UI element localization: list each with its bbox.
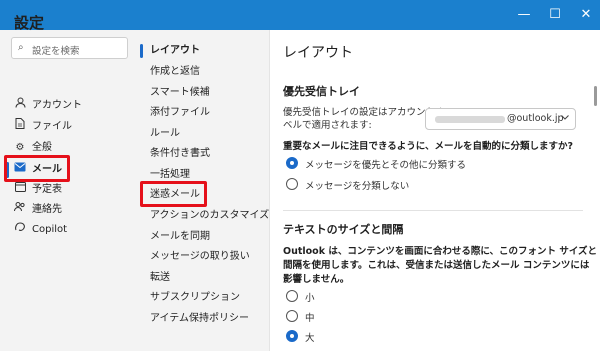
sidebar-item-account[interactable]: アカウント [14, 96, 124, 116]
sort-question: 重要なメールに注目できるように、メールを自動的に分類しますか? [283, 141, 574, 152]
mail-nav-active-indicator [140, 44, 143, 58]
chevron-down-icon [560, 112, 570, 125]
mail-nav-sync-email[interactable]: メールを同期 [150, 227, 270, 247]
text-size-heading: テキストのサイズと間隔 [283, 223, 404, 236]
focused-inbox-heading: 優先受信トレイ [283, 85, 360, 98]
radio-size-small-label: 小 [305, 293, 315, 304]
junk-email-highlight-box [140, 181, 207, 207]
people-icon [14, 200, 26, 220]
copilot-icon [14, 220, 26, 240]
mail-nav-forwarding[interactable]: 転送 [150, 268, 270, 288]
radio-size-large[interactable] [286, 330, 298, 342]
radio-size-medium[interactable] [286, 310, 298, 322]
calendar-icon [14, 180, 26, 200]
mail-nav-layout[interactable]: レイアウト [150, 41, 270, 61]
radio-do-not-sort-label: メッセージを分類しない [305, 181, 410, 192]
text-size-desc-line1: Outlook は、コンテンツを画面に合わせる際に、このフォント サイズと [283, 246, 598, 257]
mail-nav-smart-suggestions[interactable]: スマート候補 [150, 83, 270, 103]
radio-sort-focused-other-label: メッセージを優先とその他に分類する [305, 160, 467, 171]
text-size-desc-line3: 影響しません。 [283, 274, 350, 285]
sidebar-item-copilot[interactable]: Copilot [14, 220, 124, 240]
mail-nav-attachments[interactable]: 添付ファイル [150, 103, 270, 123]
page-title: レイアウト [283, 45, 353, 61]
mail-nav-retention-policies[interactable]: アイテム保持ポリシー [150, 309, 270, 329]
mail-nav-subscriptions[interactable]: サブスクリプション [150, 288, 270, 308]
mail-nav-customize-actions[interactable]: アクションのカスタマイズ [150, 206, 270, 226]
scrollbar[interactable] [594, 86, 597, 106]
mail-nav-compose-reply[interactable]: 作成と返信 [150, 62, 270, 82]
text-size-desc-line2: 間隔を使用します。これは、受信または送信したメール コンテンツには [283, 260, 590, 271]
sidebar-item-file[interactable]: ファイル [14, 117, 124, 137]
person-icon [14, 96, 26, 116]
mail-nav-message-handling[interactable]: メッセージの取り扱い [150, 247, 270, 267]
radio-sort-focused-other[interactable] [286, 157, 298, 169]
settings-title: 設定 [14, 14, 45, 32]
sidebar-item-contacts[interactable]: 連絡先 [14, 200, 124, 220]
radio-size-large-label: 大 [305, 333, 315, 344]
focused-inbox-description-line1: 優先受信トレイの設定はアカウント レ [283, 107, 448, 118]
search-icon: ⌕ [18, 42, 24, 53]
redacted-account-name [435, 116, 505, 123]
sidebar-item-calendar[interactable]: 予定表 [14, 180, 124, 200]
section-divider [283, 210, 583, 211]
settings-search-input[interactable]: ⌕ 設定を検索 [11, 37, 128, 59]
close-button[interactable]: ✕ [578, 7, 594, 23]
title-bar: — ☐ ✕ [0, 0, 600, 30]
radio-size-medium-label: 中 [305, 313, 315, 324]
mail-highlight-box [4, 155, 70, 182]
radio-size-small[interactable] [286, 290, 298, 302]
radio-do-not-sort[interactable] [286, 178, 298, 190]
account-dropdown[interactable]: @outlook.jp [425, 108, 576, 130]
file-icon [14, 117, 26, 137]
maximize-button[interactable]: ☐ [547, 7, 563, 23]
minimize-button[interactable]: — [516, 7, 532, 23]
mail-nav-conditional-formatting[interactable]: 条件付き書式 [150, 144, 270, 164]
focused-inbox-description-line2: ベルで適用されます: [283, 120, 372, 131]
mail-nav-rules[interactable]: ルール [150, 124, 270, 144]
